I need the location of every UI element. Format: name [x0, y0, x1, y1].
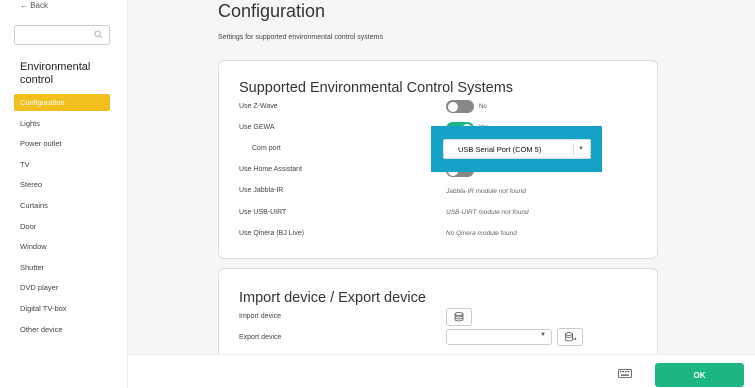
- com-port-value: USB Serial Port (COM 5): [458, 145, 542, 154]
- sidebar-item-curtains[interactable]: Curtains: [14, 197, 110, 218]
- sidebar-item-window[interactable]: Window: [14, 238, 110, 259]
- import-export-title: Import device / Export device: [239, 290, 426, 306]
- usb-uirt-status: USB-UIRT module not found: [446, 209, 529, 216]
- search-input[interactable]: [14, 25, 110, 45]
- sidebar-item-power-outlet[interactable]: Power outlet: [14, 135, 110, 156]
- zwave-toggle[interactable]: [446, 100, 474, 113]
- database-export-icon: [564, 331, 577, 341]
- sidebar-item-tv[interactable]: TV: [14, 156, 110, 177]
- sidebar-item-dvd-player[interactable]: DVD player: [14, 279, 110, 300]
- database-icon: [454, 311, 463, 321]
- jabbla-label: Use Jabbla-IR: [239, 187, 284, 194]
- sidebar-item-configuration[interactable]: Configuration: [14, 94, 110, 111]
- com-port-select[interactable]: USB Serial Port (COM 5) ▼: [443, 139, 591, 159]
- sidebar-item-digital-tv-box[interactable]: Digital TV-box: [14, 300, 110, 321]
- home-assistant-label: Use Home Assistant: [239, 166, 303, 173]
- systems-card: Supported Environmental Control Systems …: [218, 60, 658, 259]
- main-content: Configuration Settings for supported env…: [128, 0, 755, 388]
- chevron-down-icon: ▼: [540, 332, 546, 338]
- systems-card-title: Supported Environmental Control Systems: [239, 80, 514, 96]
- export-device-select[interactable]: ▼: [446, 329, 552, 345]
- sidebar-item-lights[interactable]: Lights: [14, 115, 110, 136]
- qinera-label: Use Qinera (BJ Live): [239, 230, 304, 237]
- export-device-button[interactable]: [557, 328, 583, 346]
- qinera-status: No Qinera module found: [446, 230, 517, 237]
- sidebar: ← Back Environmental control Configurati…: [0, 0, 128, 388]
- zwave-state: No: [479, 104, 487, 110]
- keyboard-icon[interactable]: [618, 369, 632, 378]
- select-separator: [573, 143, 574, 156]
- usb-uirt-label: Use USB-UIRT: [239, 209, 287, 216]
- page-title: Configuration: [218, 1, 326, 21]
- back-link[interactable]: ← Back: [20, 1, 48, 10]
- com-port-label: Com port: [252, 145, 281, 152]
- toggle-knob: [448, 101, 458, 112]
- page-subtitle: Settings for supported environmental con…: [218, 34, 383, 41]
- gewa-label: Use GEWA: [239, 124, 275, 131]
- import-device-button[interactable]: [446, 308, 472, 326]
- back-label: ← Back: [20, 1, 49, 10]
- import-export-card: Import device / Export device Import dev…: [218, 268, 658, 368]
- sidebar-item-shutter[interactable]: Shutter: [14, 259, 110, 280]
- sidebar-item-door[interactable]: Door: [14, 218, 110, 239]
- jabbla-status: Jabbla-IR module not found: [446, 188, 526, 195]
- export-device-label: Export device: [239, 334, 282, 341]
- footer-bar: OK: [128, 354, 755, 388]
- sidebar-item-stereo[interactable]: Stereo: [14, 176, 110, 197]
- zwave-label: Use Z-Wave: [239, 103, 278, 110]
- sidebar-list: Configuration Lights Power outlet TV Ste…: [14, 94, 110, 341]
- search-icon: [94, 30, 103, 39]
- chevron-down-icon: ▼: [578, 146, 584, 152]
- sidebar-section-title: Environmental control: [20, 61, 91, 86]
- ok-button[interactable]: OK: [655, 363, 744, 387]
- sidebar-item-other-device[interactable]: Other device: [14, 321, 110, 342]
- import-device-label: Import device: [239, 313, 282, 320]
